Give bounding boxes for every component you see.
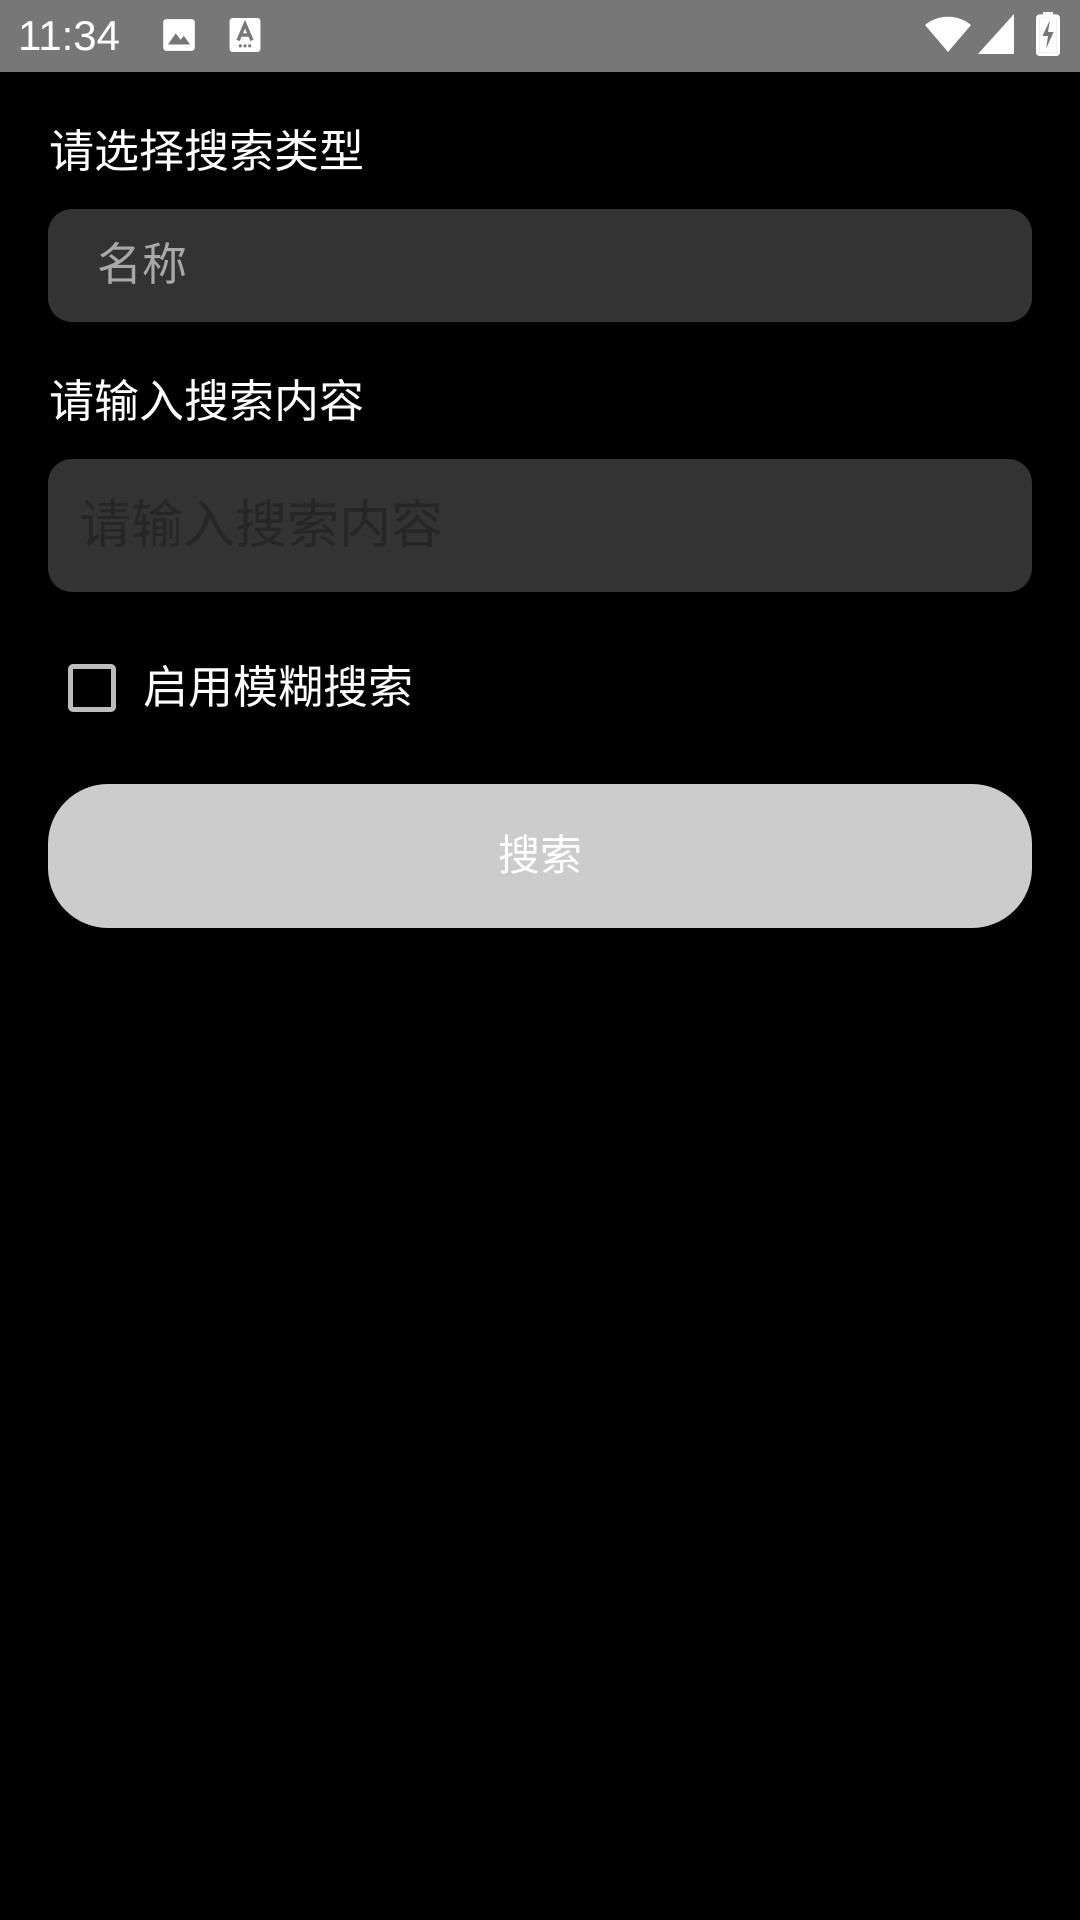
image-icon — [160, 16, 198, 58]
status-bar: 11:34 — [0, 0, 1080, 72]
search-type-selected-value: 名称 — [97, 238, 188, 291]
signal-icon — [978, 14, 1014, 58]
search-content-input[interactable] — [48, 459, 1032, 592]
fuzzy-search-checkbox[interactable] — [68, 664, 116, 712]
battery-charging-icon — [1036, 12, 1060, 60]
search-button[interactable]: 搜索 — [48, 784, 1032, 928]
search-content-label: 请输入搜索内容 — [49, 375, 365, 428]
search-type-dropdown[interactable]: 名称 — [48, 209, 1032, 322]
status-time: 11:34 — [18, 12, 120, 59]
search-type-label: 请选择搜索类型 — [49, 125, 365, 178]
font-download-icon — [228, 16, 262, 58]
fuzzy-search-option[interactable]: 启用模糊搜索 — [68, 660, 413, 716]
fuzzy-search-label: 启用模糊搜索 — [143, 661, 414, 714]
wifi-icon — [924, 14, 972, 58]
